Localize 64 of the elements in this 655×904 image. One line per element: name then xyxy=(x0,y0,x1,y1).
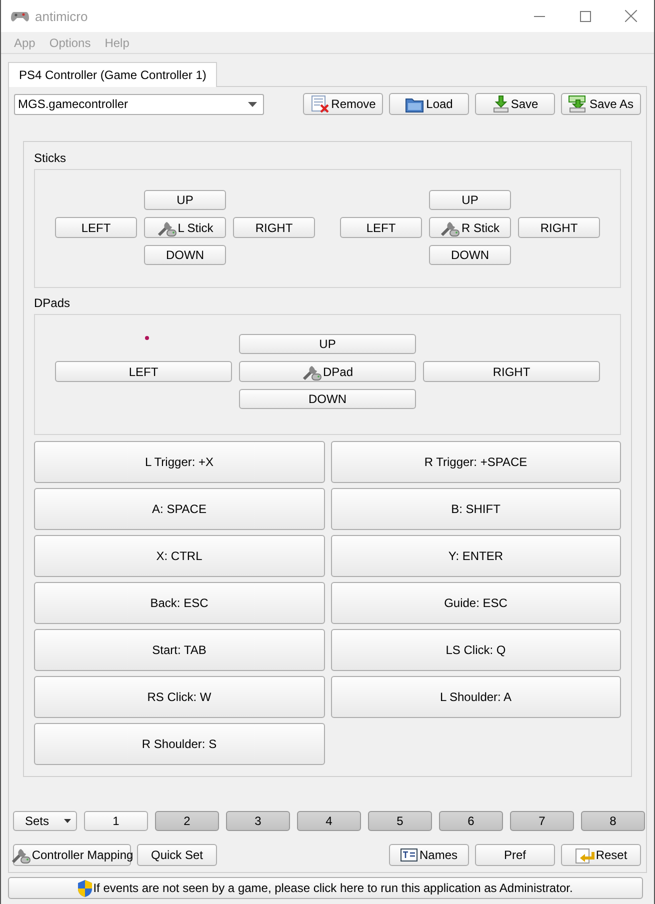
direction-button[interactable]: RIGHT xyxy=(518,217,600,238)
mapping-button[interactable]: R Shoulder: S xyxy=(34,723,324,765)
profile-dropdown[interactable]: MGS.gamecontroller xyxy=(14,94,264,114)
mapping-button[interactable]: X: CTRL xyxy=(34,535,324,577)
direction-button[interactable]: DOWN xyxy=(429,245,511,265)
wrench-gamepad-icon xyxy=(10,846,31,864)
caret-icon xyxy=(64,819,71,823)
set-button[interactable]: 3 xyxy=(226,811,290,831)
set-button[interactable]: 2 xyxy=(155,811,219,831)
section-label: DPads xyxy=(34,296,72,312)
reset-button[interactable]: Reset xyxy=(561,844,641,866)
mapping-button[interactable]: Guide: ESC xyxy=(330,582,621,624)
set-button[interactable]: 1 xyxy=(84,811,148,831)
mapping-button[interactable]: L Shoulder: A xyxy=(330,676,621,718)
mapping-button[interactable]: A: SPACE xyxy=(34,488,324,530)
stick-button[interactable]: R Stick xyxy=(429,217,511,238)
direction-button[interactable]: UP xyxy=(144,190,226,210)
mapping-button[interactable]: B: SHIFT xyxy=(330,488,621,530)
dpad-button[interactable]: DPad xyxy=(239,361,416,382)
mapping-button[interactable]: Start: TAB xyxy=(34,629,324,671)
mapping-button[interactable]: LS Click: Q xyxy=(330,629,621,671)
direction-button[interactable]: UP xyxy=(239,334,416,354)
caret-icon xyxy=(248,102,257,106)
direction-button[interactable]: RIGHT xyxy=(423,361,600,382)
arrow-page-icon xyxy=(574,846,595,864)
window-title: antimicro xyxy=(35,8,88,24)
mapping-button[interactable]: Controller Mapping xyxy=(13,844,131,866)
folder-icon xyxy=(405,96,426,112)
set-button[interactable]: 7 xyxy=(510,811,574,831)
set-button[interactable]: 6 xyxy=(439,811,503,831)
set-button[interactable]: 8 xyxy=(581,811,645,831)
dot-icon xyxy=(145,336,149,340)
saveas-button[interactable]: Save As xyxy=(561,93,641,115)
mapping-button[interactable]: Back: ESC xyxy=(34,582,324,624)
direction-button[interactable]: DOWN xyxy=(144,245,226,265)
mapping-button[interactable]: RS Click: W xyxy=(34,676,324,718)
set-button[interactable]: 5 xyxy=(368,811,432,831)
tab[interactable]: PS4 Controller (Game Controller 1) xyxy=(8,62,218,87)
mapping-button[interactable]: L Trigger: +X xyxy=(34,441,324,483)
set-button[interactable]: 4 xyxy=(297,811,361,831)
direction-button[interactable]: UP xyxy=(429,190,511,210)
admin-notice-link[interactable]: If events are not seen by a game, please click here to run this application as Administrator. xyxy=(8,877,643,899)
direction-button[interactable]: RIGHT xyxy=(233,217,315,238)
stick-button[interactable]: L Stick xyxy=(144,217,226,238)
shield-icon xyxy=(78,880,92,896)
document-cross-icon xyxy=(310,95,330,113)
gamepad-icon xyxy=(11,10,29,22)
save-button[interactable]: Save xyxy=(475,93,555,115)
direction-button[interactable]: LEFT xyxy=(55,361,232,382)
action-button[interactable]: Quick Set xyxy=(137,844,217,866)
text-card-icon xyxy=(400,848,418,862)
arrow-tray-icon xyxy=(568,95,588,113)
direction-button[interactable]: DOWN xyxy=(239,389,416,409)
sets-dropdown[interactable]: Sets xyxy=(13,811,77,831)
direction-button[interactable]: LEFT xyxy=(55,217,137,238)
mapping-button[interactable]: Y: ENTER xyxy=(330,535,621,577)
section-label: Sticks xyxy=(34,151,68,167)
names-button[interactable]: Names xyxy=(389,844,469,866)
down-arrow-tray-icon xyxy=(492,95,510,113)
load-button[interactable]: Load xyxy=(389,93,469,115)
mapping-button[interactable]: R Trigger: +SPACE xyxy=(330,441,621,483)
direction-button[interactable]: LEFT xyxy=(340,217,422,238)
action-button[interactable]: Pref xyxy=(475,844,555,866)
remove-button[interactable]: Remove xyxy=(303,93,383,115)
